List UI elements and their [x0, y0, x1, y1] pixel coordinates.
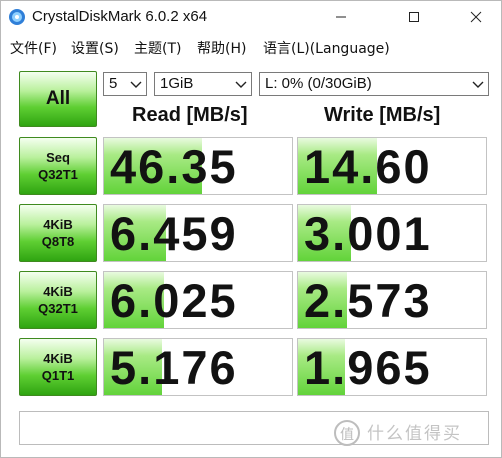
write-result-value: 14.60 — [304, 140, 432, 193]
test-count-value: 5 — [109, 75, 118, 92]
test-button-sublabel: Q32T1 — [38, 167, 78, 182]
write-result-value: 1.965 — [304, 341, 432, 394]
menu-bar: 文件(F) 设置(S) 主题(T) 帮助(H) 语言(L)(Language) — [1, 33, 501, 59]
maximize-button[interactable] — [391, 1, 437, 33]
test-button-4kib-q8t8[interactable]: 4KiB Q8T8 — [19, 204, 97, 262]
title-bar[interactable]: CrystalDiskMark 6.0.2 x64 — [1, 1, 501, 33]
drive-select[interactable]: L: 0% (0/30GiB) — [259, 72, 489, 96]
test-button-label: 4KiB — [43, 351, 73, 366]
write-result-cell: 1.965 — [297, 338, 487, 396]
close-icon — [470, 11, 482, 23]
menu-language[interactable]: 语言(L)(Language) — [263, 38, 390, 58]
read-result-value: 5.176 — [110, 341, 238, 394]
read-result-cell: 5.176 — [103, 338, 293, 396]
menu-settings[interactable]: 设置(S) — [71, 38, 119, 58]
app-window: CrystalDiskMark 6.0.2 x64 文件(F) 设置(S) 主题… — [0, 0, 502, 458]
test-count-select[interactable]: 5 — [103, 72, 147, 96]
run-all-label: All — [45, 88, 71, 109]
chevron-down-icon — [235, 81, 247, 88]
test-button-label: 4KiB — [43, 217, 73, 232]
test-size-select[interactable]: 1GiB — [154, 72, 252, 96]
write-result-cell: 3.001 — [297, 204, 487, 262]
read-result-value: 6.025 — [110, 274, 238, 327]
benchmark-panel: All 5 1GiB L: 0% (0/30GiB) Read [MB/s] W… — [8, 62, 496, 452]
write-result-value: 2.573 — [304, 274, 432, 327]
run-all-button[interactable]: All — [19, 71, 97, 127]
test-button-4kib-q1t1[interactable]: 4KiB Q1T1 — [19, 338, 97, 396]
close-button[interactable] — [453, 1, 499, 33]
read-result-value: 46.35 — [110, 140, 238, 193]
chevron-down-icon — [130, 81, 142, 88]
read-result-cell: 6.459 — [103, 204, 293, 262]
minimize-icon — [336, 16, 346, 18]
app-disk-icon — [9, 9, 25, 25]
menu-theme[interactable]: 主题(T) — [134, 38, 181, 58]
read-header: Read [MB/s] — [132, 104, 248, 126]
read-result-value: 6.459 — [110, 207, 238, 260]
write-result-cell: 2.573 — [297, 271, 487, 329]
drive-value: L: 0% (0/30GiB) — [265, 75, 372, 92]
test-button-4kib-q32t1[interactable]: 4KiB Q32T1 — [19, 271, 97, 329]
test-button-label: Seq — [46, 150, 70, 165]
write-result-value: 3.001 — [304, 207, 432, 260]
test-size-value: 1GiB — [160, 75, 194, 92]
chevron-down-icon — [472, 81, 484, 88]
svg-text:值: 值 — [340, 427, 354, 443]
test-button-sublabel: Q1T1 — [41, 368, 75, 383]
menu-help[interactable]: 帮助(H) — [197, 38, 246, 58]
window-title: CrystalDiskMark 6.0.2 x64 — [32, 8, 208, 25]
svg-text:什么值得买: 什么值得买 — [367, 424, 462, 444]
test-button-seq-q32t1[interactable]: Seq Q32T1 — [19, 137, 97, 195]
test-button-sublabel: Q8T8 — [41, 234, 75, 249]
test-button-label: 4KiB — [43, 284, 73, 299]
read-result-cell: 46.35 — [103, 137, 293, 195]
test-button-sublabel: Q32T1 — [38, 301, 78, 316]
minimize-button[interactable] — [318, 1, 364, 33]
maximize-icon — [409, 12, 419, 22]
menu-file[interactable]: 文件(F) — [10, 38, 57, 58]
watermark-logo-icon: 值 什么值得买 — [334, 420, 462, 446]
write-header: Write [MB/s] — [324, 104, 441, 126]
write-result-cell: 14.60 — [297, 137, 487, 195]
read-result-cell: 6.025 — [103, 271, 293, 329]
